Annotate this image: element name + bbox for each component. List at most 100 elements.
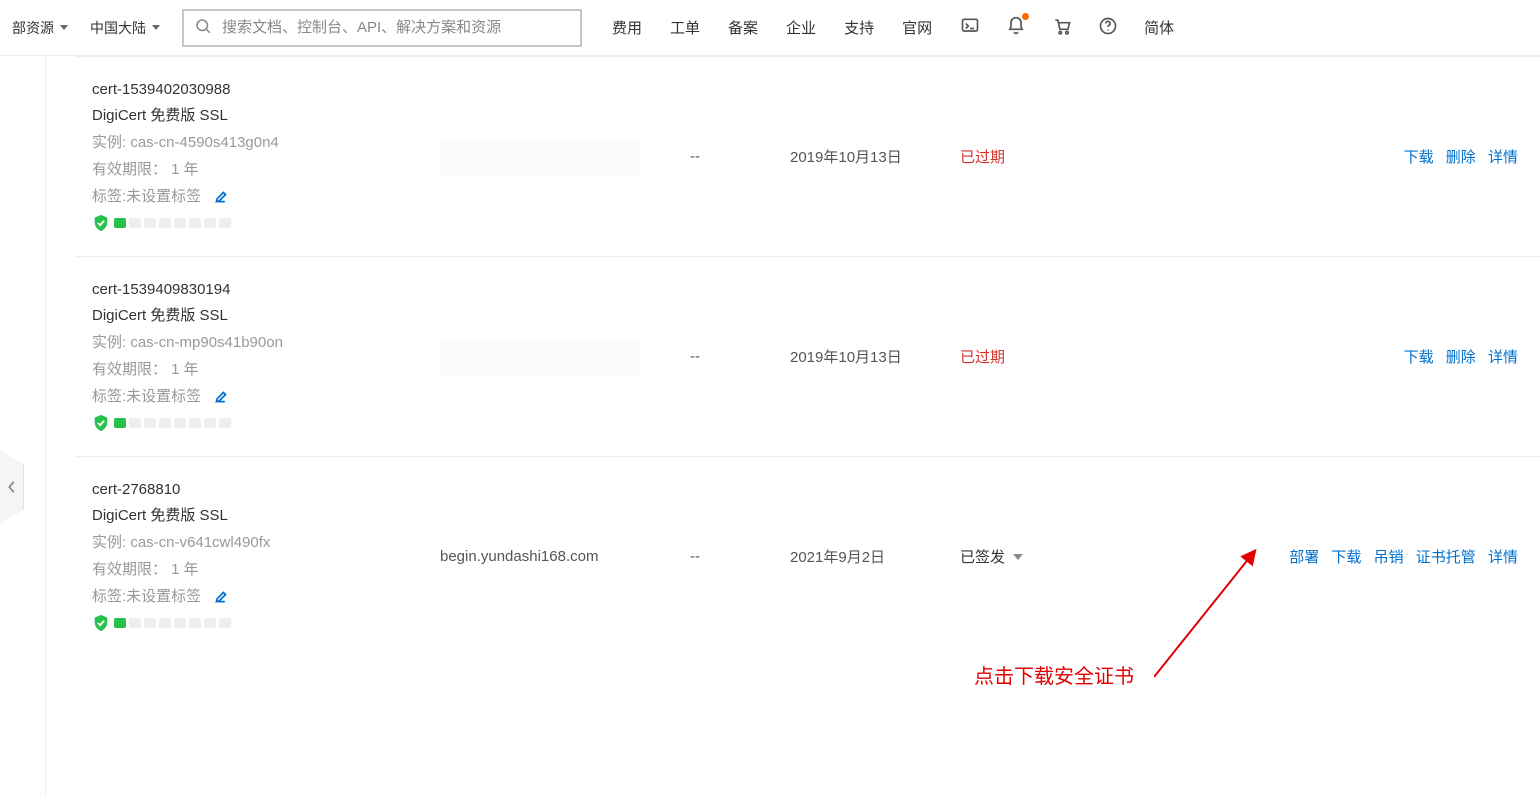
nav-beian[interactable]: 备案	[728, 17, 758, 38]
domain-hidden	[440, 339, 640, 375]
rating-slot	[174, 618, 186, 628]
nav-cost[interactable]: 费用	[612, 17, 642, 38]
download-link[interactable]: 下载	[1404, 149, 1434, 166]
rating-slot	[129, 418, 141, 428]
rating-slot	[219, 418, 231, 428]
cert-security-rating	[92, 614, 412, 632]
revoke-link[interactable]: 吊销	[1374, 549, 1404, 566]
nav-support[interactable]: 支持	[844, 17, 874, 38]
cert-expiry-date: 2019年10月13日	[790, 349, 902, 366]
cert-subtitle: DigiCert 免费版 SSL	[92, 104, 412, 125]
cert-security-rating	[92, 214, 412, 232]
managed-link[interactable]: 证书托管	[1416, 549, 1476, 566]
rating-slot	[174, 218, 186, 228]
placeholder-dash: --	[690, 148, 700, 165]
detail-link[interactable]: 详情	[1488, 349, 1518, 366]
shield-check-icon	[92, 214, 110, 232]
detail-link[interactable]: 详情	[1488, 549, 1518, 566]
domain-hidden	[440, 139, 640, 175]
top-bar: 部资源 中国大陆 费用 工单 备案 企业 支持 官网 简体	[0, 0, 1540, 56]
resources-label: 部资源	[12, 18, 54, 38]
rating-slot	[219, 618, 231, 628]
rating-slot	[204, 218, 216, 228]
search-icon	[194, 17, 212, 38]
cert-tags: 标签:未设置标签	[92, 385, 412, 406]
language-switch[interactable]: 简体	[1144, 17, 1174, 38]
page-body: cert-1539402030988 DigiCert 免费版 SSL 实例: …	[0, 56, 1540, 796]
placeholder-dash: --	[690, 548, 700, 565]
rating-slot	[159, 618, 171, 628]
cert-name: cert-1539409830194	[92, 281, 412, 298]
deploy-link[interactable]: 部署	[1289, 549, 1319, 566]
edit-tags-icon[interactable]	[215, 388, 229, 405]
cert-name: cert-1539402030988	[92, 81, 412, 98]
search-input[interactable]	[222, 19, 580, 36]
search-box[interactable]	[182, 9, 582, 47]
rating-slot	[144, 618, 156, 628]
bell-icon[interactable]	[1006, 16, 1026, 39]
rating-slot	[174, 418, 186, 428]
cert-instance: 实例: cas-cn-v641cwl490fx	[92, 531, 412, 552]
cert-validity: 有效期限： 1 年	[92, 358, 412, 379]
rating-slot	[159, 418, 171, 428]
top-nav: 费用 工单 备案 企业 支持 官网	[612, 17, 932, 38]
chevron-down-icon	[1013, 554, 1023, 560]
rating-slot	[114, 618, 126, 628]
download-link[interactable]: 下载	[1331, 549, 1361, 566]
rating-slot	[189, 618, 201, 628]
cert-subtitle: DigiCert 免费版 SSL	[92, 304, 412, 325]
top-icons	[960, 16, 1118, 39]
chevron-down-icon	[60, 25, 68, 30]
cert-instance: 实例: cas-cn-4590s413g0n4	[92, 131, 412, 152]
delete-link[interactable]: 删除	[1446, 349, 1476, 366]
nav-enterprise[interactable]: 企业	[786, 17, 816, 38]
rating-slot	[144, 218, 156, 228]
chevron-down-icon	[152, 25, 160, 30]
cert-table-area: cert-1539402030988 DigiCert 免费版 SSL 实例: …	[46, 56, 1540, 796]
help-icon[interactable]	[1098, 16, 1118, 39]
rating-slot	[189, 218, 201, 228]
cart-icon[interactable]	[1052, 16, 1072, 39]
cert-subtitle: DigiCert 免费版 SSL	[92, 504, 412, 525]
status-expired: 已过期	[960, 349, 1005, 366]
cert-expiry-date: 2021年9月2日	[790, 549, 885, 566]
region-dropdown[interactable]: 中国大陆	[90, 18, 160, 38]
table-row: cert-1539409830194 DigiCert 免费版 SSL 实例: …	[76, 257, 1540, 457]
notification-dot	[1022, 13, 1029, 20]
cert-validity: 有效期限： 1 年	[92, 158, 412, 179]
rating-slot	[114, 218, 126, 228]
rating-slot	[204, 418, 216, 428]
cert-tags: 标签:未设置标签	[92, 585, 412, 606]
rating-slot	[189, 418, 201, 428]
cert-domain: begin.yundashi168.com	[440, 548, 598, 565]
annotation-text: 点击下载安全证书	[974, 660, 1134, 689]
resources-dropdown[interactable]: 部资源	[12, 18, 68, 38]
edit-tags-icon[interactable]	[215, 588, 229, 605]
delete-link[interactable]: 删除	[1446, 149, 1476, 166]
rating-slot	[219, 218, 231, 228]
collapse-sidebar-handle[interactable]	[0, 451, 24, 523]
nav-site[interactable]: 官网	[902, 17, 932, 38]
rating-slot	[129, 618, 141, 628]
table-row: cert-1539402030988 DigiCert 免费版 SSL 实例: …	[76, 57, 1540, 257]
edit-tags-icon[interactable]	[215, 188, 229, 205]
table-row: cert-2768810 DigiCert 免费版 SSL 实例: cas-cn…	[76, 457, 1540, 657]
terminal-icon[interactable]	[960, 16, 980, 39]
status-issued-dropdown[interactable]: 已签发	[960, 546, 1023, 567]
rating-slot	[159, 218, 171, 228]
cert-name: cert-2768810	[92, 481, 412, 498]
status-expired: 已过期	[960, 149, 1005, 166]
annotation-layer: 点击下载安全证书	[76, 656, 1540, 716]
download-link[interactable]: 下载	[1404, 349, 1434, 366]
left-gutter	[0, 56, 46, 796]
shield-check-icon	[92, 414, 110, 432]
cert-expiry-date: 2019年10月13日	[790, 149, 902, 166]
rating-slot	[129, 218, 141, 228]
cert-tags: 标签:未设置标签	[92, 185, 412, 206]
cert-instance: 实例: cas-cn-mp90s41b90on	[92, 331, 412, 352]
detail-link[interactable]: 详情	[1488, 149, 1518, 166]
nav-ticket[interactable]: 工单	[670, 17, 700, 38]
shield-check-icon	[92, 614, 110, 632]
placeholder-dash: --	[690, 348, 700, 365]
cert-table: cert-1539402030988 DigiCert 免费版 SSL 实例: …	[76, 56, 1540, 656]
